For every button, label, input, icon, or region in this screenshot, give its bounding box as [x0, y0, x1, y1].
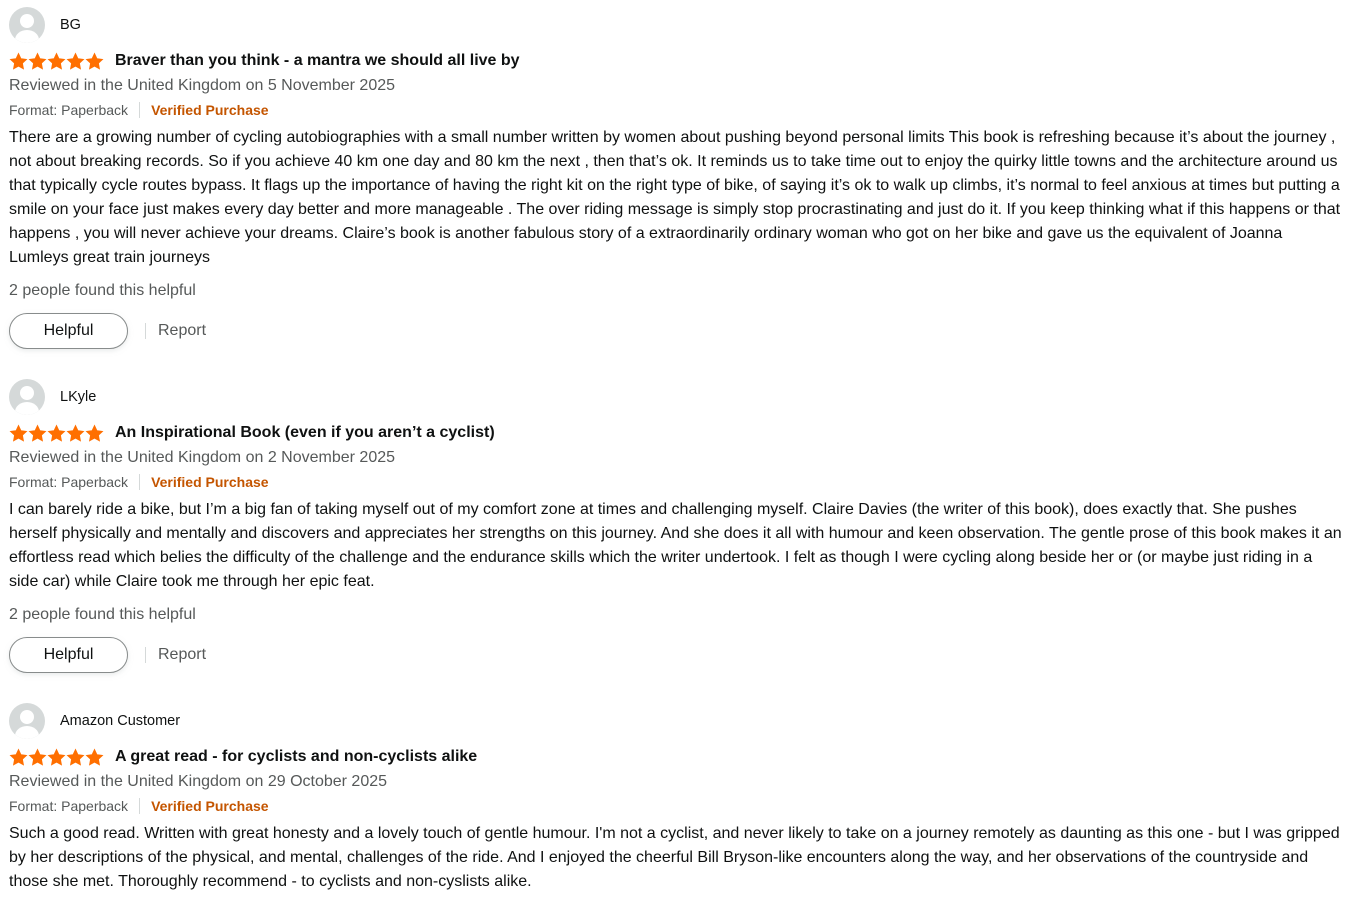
- star-rating-icon[interactable]: [9, 423, 105, 443]
- review-title[interactable]: A great read - for cyclists and non-cycl…: [115, 748, 477, 766]
- reviewer-name[interactable]: BG: [60, 17, 81, 33]
- review-title[interactable]: An Inspirational Book (even if you aren’…: [115, 424, 495, 442]
- verified-purchase-badge: Verified Purchase: [151, 102, 269, 118]
- format-label[interactable]: Format: Paperback: [9, 472, 128, 492]
- verified-purchase-badge: Verified Purchase: [151, 474, 269, 490]
- format-label[interactable]: Format: Paperback: [9, 100, 128, 120]
- reviewer-profile[interactable]: BG: [9, 7, 1343, 43]
- star-icon: [9, 51, 28, 70]
- star-icon: [85, 423, 104, 442]
- star-icon: [28, 423, 47, 442]
- helpful-count: 2 people found this helpful: [9, 606, 196, 623]
- star-icon: [47, 423, 66, 442]
- star-icon: [9, 747, 28, 766]
- review: LKyle An Inspirational Book (even if you…: [9, 379, 1343, 674]
- review: Amazon Customer A great read - for cycli…: [9, 703, 1343, 894]
- star-icon: [85, 747, 104, 766]
- reviewer-profile[interactable]: LKyle: [9, 379, 1343, 415]
- verified-purchase-badge: Verified Purchase: [151, 798, 269, 814]
- review-title[interactable]: Braver than you think - a mantra we shou…: [115, 52, 520, 70]
- star-icon: [28, 747, 47, 766]
- divider: [139, 798, 141, 814]
- star-icon: [47, 51, 66, 70]
- star-icon: [9, 423, 28, 442]
- star-icon: [28, 51, 47, 70]
- reviewer-name[interactable]: LKyle: [60, 389, 96, 405]
- avatar-icon: [9, 379, 45, 415]
- reviewer-name[interactable]: Amazon Customer: [60, 713, 180, 729]
- review-body: I can barely ride a bike, but I’m a big …: [9, 501, 1342, 590]
- avatar-icon: [9, 703, 45, 739]
- review-date: Reviewed in the United Kingdom on 2 Nove…: [9, 449, 396, 466]
- avatar-icon: [9, 7, 45, 43]
- review-body: Such a good read. Written with great hon…: [9, 825, 1340, 890]
- divider: [145, 323, 146, 339]
- reviewer-profile[interactable]: Amazon Customer: [9, 703, 1343, 739]
- format-label[interactable]: Format: Paperback: [9, 796, 128, 816]
- star-icon: [47, 747, 66, 766]
- report-link[interactable]: Report: [158, 646, 206, 664]
- helpful-button[interactable]: Helpful: [9, 313, 128, 349]
- report-link[interactable]: Report: [158, 322, 206, 340]
- star-rating-icon[interactable]: [9, 51, 105, 71]
- helpful-count: 2 people found this helpful: [9, 282, 196, 299]
- review: BG Braver than you think - a mantra we s…: [9, 7, 1343, 350]
- divider: [139, 102, 141, 118]
- review-body: There are a growing number of cycling au…: [9, 129, 1341, 266]
- star-icon: [66, 423, 85, 442]
- star-icon: [66, 747, 85, 766]
- review-date: Reviewed in the United Kingdom on 5 Nove…: [9, 77, 396, 94]
- helpful-button[interactable]: Helpful: [9, 637, 128, 673]
- star-icon: [85, 51, 104, 70]
- review-date: Reviewed in the United Kingdom on 29 Oct…: [9, 773, 388, 790]
- star-rating-icon[interactable]: [9, 747, 105, 767]
- star-icon: [66, 51, 85, 70]
- divider: [139, 474, 141, 490]
- divider: [145, 647, 146, 663]
